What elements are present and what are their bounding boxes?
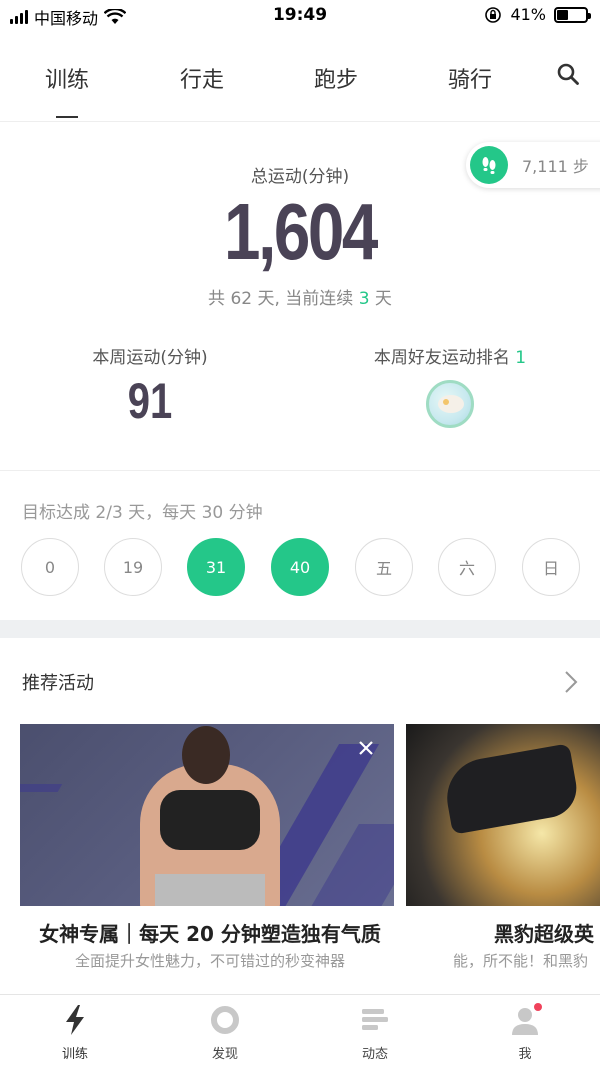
sports-pants	[155, 874, 265, 906]
status-right: 41%	[484, 5, 591, 24]
day-circle[interactable]: 19	[104, 538, 162, 596]
discover-ring-icon	[208, 1003, 242, 1037]
friend-avatar[interactable]	[426, 380, 474, 428]
day-circle[interactable]: 日	[522, 538, 580, 596]
profile-icon	[508, 1003, 542, 1037]
activity-card-image-yoga[interactable]	[20, 724, 394, 906]
battery-icon	[554, 6, 591, 23]
nav-label: 我	[518, 1047, 532, 1062]
activity-card-title[interactable]: 女神专属｜每天 20 分钟塑造独有气质	[20, 918, 400, 947]
avatar-art	[438, 395, 464, 413]
activity-card-image-panther[interactable]	[406, 724, 600, 906]
goal-text: 目标达成 2/3 天，每天 30 分钟	[22, 503, 263, 523]
active-tab-indicator	[56, 116, 78, 118]
week-exercise-value: 91	[127, 373, 173, 429]
top-tabs: 训练 行走 跑步 骑行	[0, 40, 600, 122]
chevron-right-icon[interactable]	[564, 670, 578, 694]
lightning-icon	[58, 1003, 92, 1037]
total-exercise-value: 1,604	[224, 187, 378, 276]
tab-training[interactable]: 训练	[17, 62, 117, 94]
streak-prefix: 共 62 天, 当前连续	[208, 289, 359, 309]
search-icon[interactable]	[556, 62, 580, 86]
status-bar: 中国移动 19:49 41%	[0, 0, 600, 32]
decor-stripe	[20, 784, 63, 792]
section-divider	[0, 470, 600, 471]
week-exercise-label: 本周运动(分钟)	[92, 348, 208, 368]
streak-suffix: 天	[369, 289, 392, 309]
streak-text: 共 62 天, 当前连续 3 天	[0, 284, 600, 309]
nav-label: 动态	[361, 1047, 388, 1062]
friend-rank-label[interactable]: 本周好友运动排名 1	[330, 343, 570, 368]
day-circle[interactable]: 六	[438, 538, 496, 596]
nav-me[interactable]: 我	[465, 1003, 585, 1062]
battery-level	[557, 9, 569, 20]
tab-cycling[interactable]: 骑行	[420, 62, 520, 94]
bottom-nav: 训练 发现 动态 我	[0, 994, 600, 1066]
feed-lines-icon	[358, 1003, 392, 1037]
day-circle[interactable]: 0	[21, 538, 79, 596]
streak-days: 3	[358, 289, 370, 309]
day-circle[interactable]: 五	[355, 538, 413, 596]
panther-figure	[440, 743, 582, 835]
sports-top	[160, 790, 260, 850]
nav-label: 发现	[211, 1047, 238, 1062]
friend-rank-value: 1	[515, 348, 527, 368]
close-icon[interactable]	[358, 740, 374, 756]
total-exercise-label: 总运动(分钟)	[250, 167, 350, 187]
rotation-lock-icon	[485, 6, 502, 23]
recommend-title: 推荐活动	[22, 673, 94, 694]
nav-feed[interactable]: 动态	[315, 1003, 435, 1062]
battery-percent: 41%	[510, 5, 546, 24]
notification-dot	[534, 1003, 542, 1011]
nav-label: 训练	[61, 1047, 88, 1062]
activity-card-title[interactable]: 黑豹超级英	[494, 918, 594, 947]
avatar-art-dot	[443, 399, 449, 405]
woman-head	[182, 726, 230, 784]
nav-training[interactable]: 训练	[15, 1003, 135, 1062]
nav-discover[interactable]: 发现	[165, 1003, 285, 1062]
tab-walking[interactable]: 行走	[152, 62, 252, 94]
activity-card-subtitle: 能，所不能！和黑豹	[453, 952, 589, 970]
tab-running[interactable]: 跑步	[286, 62, 386, 94]
day-circle[interactable]: 40	[271, 538, 329, 596]
day-circle[interactable]: 31	[187, 538, 245, 596]
friend-rank-text: 本周好友运动排名	[373, 348, 516, 368]
activity-card-subtitle: 全面提升女性魅力，不可错过的秒变神器	[74, 952, 345, 970]
section-separator	[0, 620, 600, 638]
